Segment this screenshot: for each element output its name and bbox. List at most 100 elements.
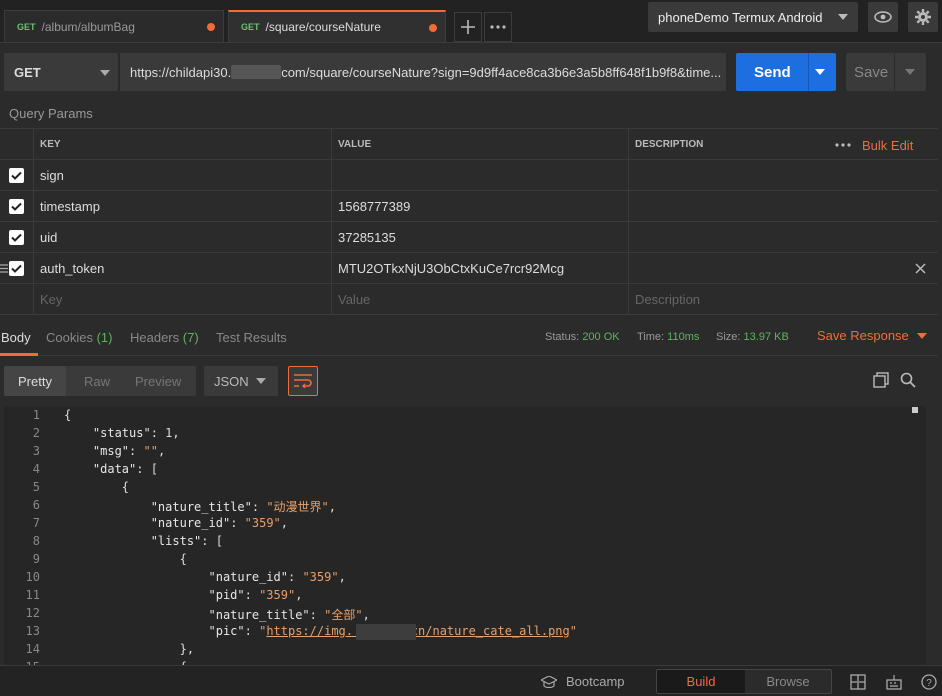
tab-options-button[interactable]: [484, 12, 512, 42]
tab-cookies[interactable]: Cookies (1): [46, 330, 112, 345]
tab-course-nature[interactable]: GET /square/courseNature: [228, 10, 446, 42]
chevron-down-icon: [100, 70, 110, 76]
response-body-editor[interactable]: 123456789101112131415 { "status": 1, "ms…: [4, 406, 926, 666]
send-divider: [808, 53, 809, 91]
keyboard-shortcuts-icon[interactable]: [886, 674, 902, 690]
format-pretty[interactable]: Pretty: [4, 366, 66, 396]
param-description[interactable]: [629, 191, 938, 221]
save-button[interactable]: Save: [846, 53, 926, 91]
two-pane-view-icon[interactable]: [850, 674, 866, 690]
param-row: auth_token MTU2OTkxNjU3ObCtxKuCe7rcr92Mc…: [0, 253, 938, 284]
code-line: "data": [: [92, 462, 158, 476]
param-description[interactable]: [629, 253, 938, 283]
header-key: KEY: [34, 129, 332, 159]
code-line: "nature_title": "全部",: [208, 608, 370, 622]
code-line: {: [64, 408, 72, 422]
bootcamp-link[interactable]: Bootcamp: [566, 674, 625, 689]
code-line: "nature_title": "动漫世界",: [150, 500, 336, 514]
tab-headers[interactable]: Headers (7): [130, 330, 199, 345]
param-value[interactable]: 1568777389: [332, 191, 629, 221]
method-select[interactable]: GET: [4, 53, 118, 91]
send-dropdown-chevron-icon[interactable]: [815, 69, 825, 75]
param-value[interactable]: 37285135: [332, 222, 629, 252]
help-icon[interactable]: ?: [921, 674, 937, 690]
line-number: 10: [25, 570, 40, 584]
param-checkbox[interactable]: [9, 167, 24, 183]
line-number: 7: [32, 516, 40, 530]
browse-mode-button[interactable]: Browse: [745, 670, 831, 693]
build-browse-switch: Build Browse: [656, 669, 832, 694]
save-label: Save: [854, 64, 889, 81]
gear-icon: [915, 9, 931, 25]
tab-body[interactable]: Body: [1, 330, 31, 345]
chevron-down-icon: [256, 378, 266, 384]
header-description-label: DESCRIPTION: [635, 138, 704, 150]
language-select[interactable]: JSON: [204, 366, 278, 396]
copy-icon[interactable]: [873, 372, 889, 388]
code-line: {: [64, 480, 130, 494]
format-preview[interactable]: Preview: [135, 374, 181, 389]
param-description[interactable]: [629, 222, 938, 252]
send-button[interactable]: Send: [736, 53, 836, 91]
save-dropdown-chevron-icon[interactable]: [905, 69, 915, 75]
param-check-cell: [0, 160, 34, 190]
url-input[interactable]: https://childapi30. com/square/courseNat…: [120, 53, 726, 91]
bulk-edit-link[interactable]: Bulk Edit: [862, 138, 913, 153]
environment-select[interactable]: phoneDemo Termux Android: [648, 2, 858, 32]
format-raw[interactable]: Raw: [84, 374, 110, 389]
eye-icon: [874, 11, 892, 23]
unsaved-dot-icon: [429, 24, 437, 32]
param-value-cell[interactable]: 9d9ff4ace8ca3b6e3a5b8ff648f1b9f8: [332, 160, 629, 190]
new-value-placeholder[interactable]: Value: [332, 284, 629, 314]
code-line: "status": 1,: [92, 426, 180, 440]
tab-test-results[interactable]: Test Results: [216, 330, 287, 345]
param-value[interactable]: MTU2OTkxNjU3ObCtxKuCe7rcr92Mcg: [332, 253, 629, 283]
redacted-block: [231, 65, 282, 79]
chevron-down-icon: [916, 333, 927, 339]
environment-settings-button[interactable]: [908, 2, 938, 32]
line-number-gutter: 123456789101112131415: [4, 406, 48, 666]
checkmark-icon: [11, 233, 22, 242]
close-icon[interactable]: [915, 263, 926, 274]
param-checkbox[interactable]: [9, 229, 24, 245]
tab-album-bag[interactable]: GET /album/albumBag: [4, 10, 224, 42]
build-mode-button[interactable]: Build: [657, 670, 745, 693]
param-key[interactable]: sign: [34, 160, 332, 190]
code-line: {: [64, 552, 187, 566]
cookies-count: (1): [96, 330, 113, 345]
language-label: JSON: [214, 374, 249, 389]
param-key[interactable]: auth_token: [34, 253, 332, 283]
line-number: 14: [25, 642, 40, 656]
more-dots-icon[interactable]: [835, 143, 851, 147]
time-value: 110ms: [667, 331, 700, 343]
scrollbar-thumb[interactable]: [912, 407, 918, 413]
wrap-lines-button[interactable]: [288, 366, 318, 396]
status-label: Status:: [545, 331, 580, 343]
new-description-placeholder[interactable]: Description: [629, 284, 938, 314]
new-key-placeholder[interactable]: Key: [34, 284, 332, 314]
param-description[interactable]: [629, 160, 938, 190]
url-suffix: com/square/courseNature?sign=9d9ff4ace8c…: [281, 64, 722, 80]
query-params-table: KEY VALUE DESCRIPTION Bulk Edit sign 9d9…: [0, 128, 938, 315]
save-response-label: Save Response: [817, 328, 909, 343]
plus-icon: [461, 20, 475, 34]
param-row: timestamp 1568777389: [0, 191, 938, 222]
tab-cookies-label: Cookies: [46, 330, 93, 345]
size-value: 13.97 KB: [743, 331, 789, 343]
new-tab-button[interactable]: [454, 12, 482, 42]
code-line: "pid": "359",: [208, 588, 303, 602]
param-checkbox[interactable]: [9, 260, 24, 276]
param-checkbox[interactable]: [9, 198, 24, 214]
param-key[interactable]: timestamp: [34, 191, 332, 221]
redacted-block: [356, 624, 416, 640]
line-number: 2: [32, 426, 40, 440]
search-icon[interactable]: [900, 372, 916, 388]
query-params-title: Query Params: [9, 106, 93, 121]
format-toggle: Pretty Raw Preview: [4, 366, 196, 396]
size-info: Size: 13.97 KB: [716, 331, 789, 343]
param-key[interactable]: uid: [34, 222, 332, 252]
save-response-button[interactable]: Save Response: [817, 328, 927, 343]
drag-handle-icon[interactable]: [0, 264, 8, 273]
environment-quick-look-button[interactable]: [868, 2, 898, 32]
checkmark-icon: [11, 171, 22, 180]
